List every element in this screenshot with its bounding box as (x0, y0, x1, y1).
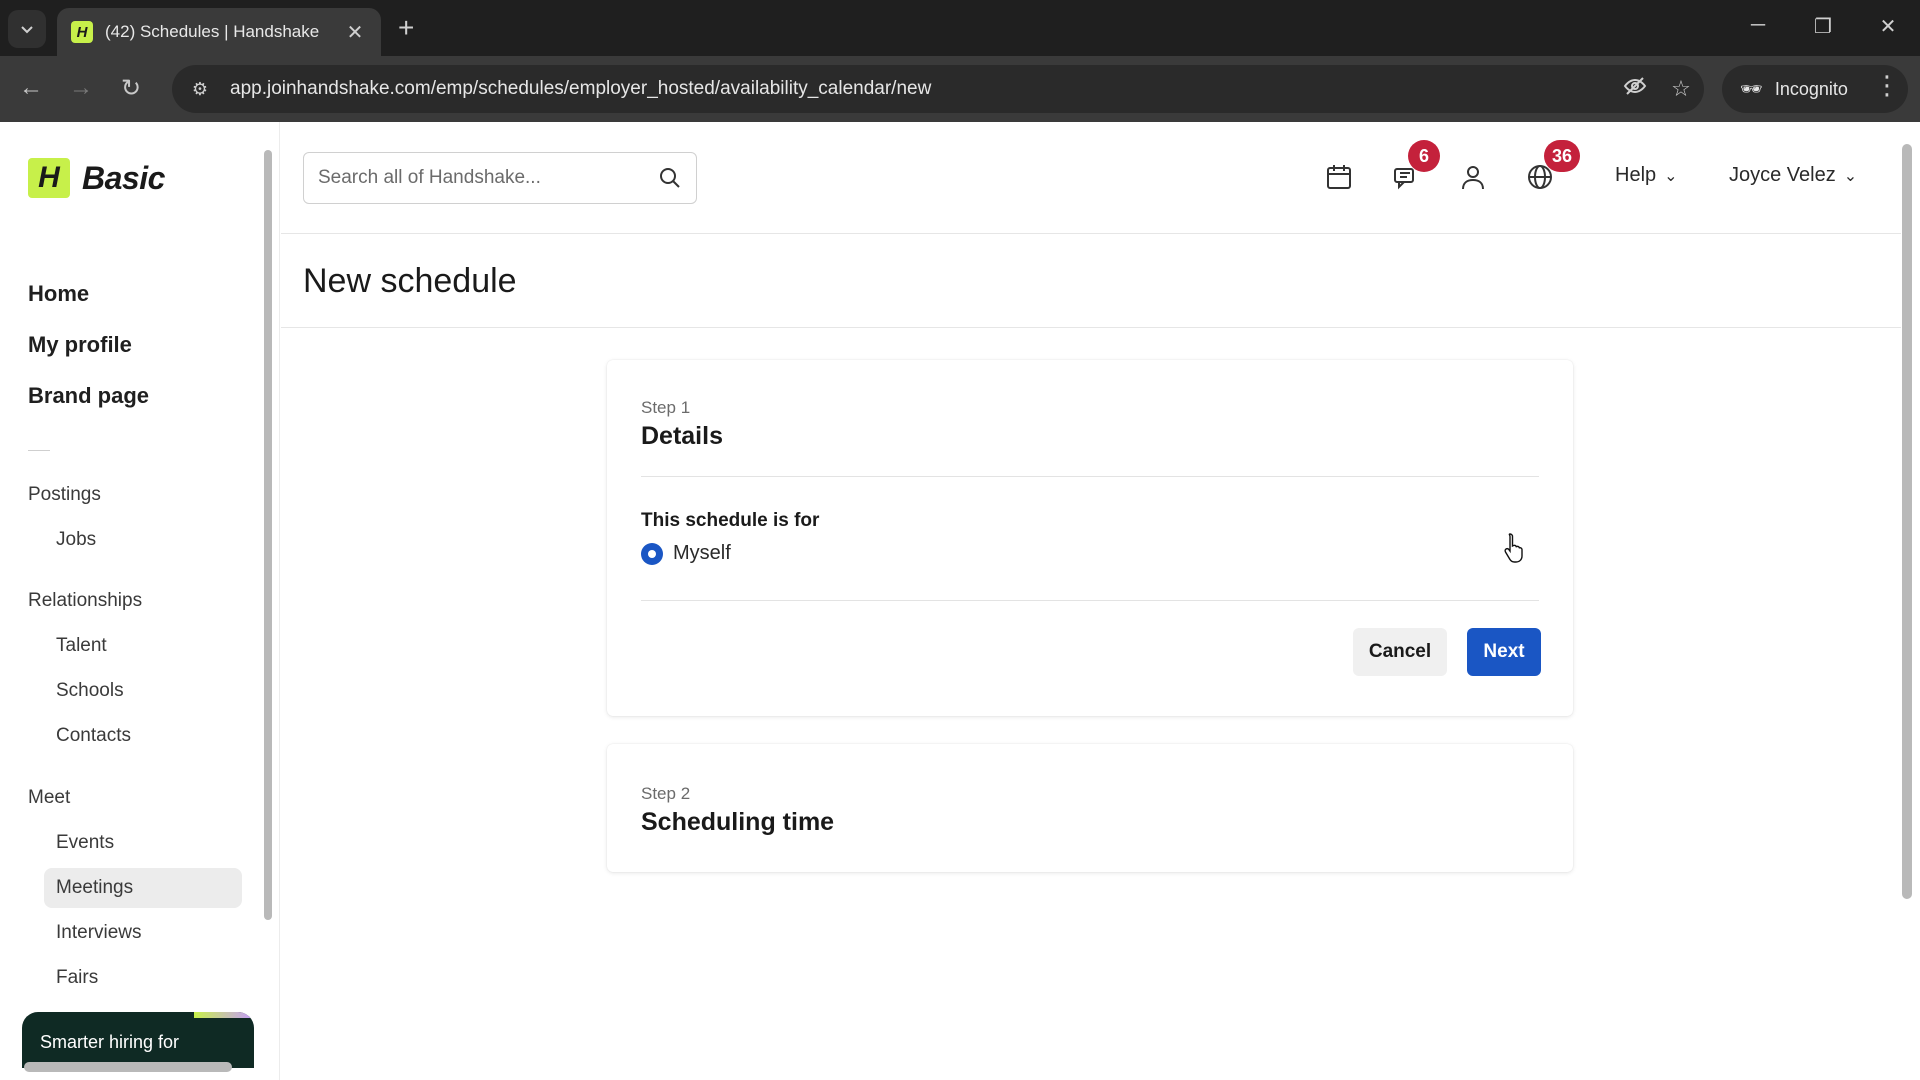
forward-icon[interactable]: → (64, 74, 98, 102)
close-tab-icon[interactable]: ✕ (343, 20, 367, 45)
step-2-title: Scheduling time (641, 808, 835, 836)
help-menu[interactable]: Help ⌄ (1615, 164, 1678, 187)
section-meet[interactable]: Meet (28, 787, 70, 809)
chevron-down-icon: ⌄ (1664, 167, 1678, 185)
messages-badge: 6 (1408, 140, 1440, 172)
incognito-icon: 🕶 (1740, 78, 1763, 99)
step-1-label: Step 1 (641, 398, 691, 417)
bookmark-star-icon[interactable]: ☆ (1658, 76, 1704, 102)
sidebar-scrollbar[interactable] (264, 150, 272, 920)
restore-icon[interactable]: ❐ (1803, 14, 1843, 39)
step-1-card: Step 1 Details This schedule is for Myse… (607, 360, 1573, 716)
radio-option-myself[interactable]: Myself (641, 542, 731, 565)
tab-title: (42) Schedules | Handshake (105, 22, 320, 41)
step-2-card: Step 2 Scheduling time (607, 744, 1573, 872)
back-icon[interactable]: ← (14, 74, 48, 102)
primary-nav: Home My profile Brand page (28, 268, 149, 421)
promo-banner[interactable]: Smarter hiring for (22, 1012, 254, 1068)
sidebar: H Basic Home My profile Brand page Posti… (0, 122, 280, 1080)
person-icon[interactable] (1456, 160, 1490, 194)
handshake-logo-mark: H (28, 158, 70, 198)
sidebar-item-fairs[interactable]: Fairs (56, 967, 98, 989)
radio-option-label[interactable]: Myself (673, 542, 731, 565)
sidebar-item-schools[interactable]: Schools (56, 680, 124, 702)
main-content: 6 36 Help ⌄ Joyce Velez ⌄ New schedule S… (281, 122, 1920, 1080)
card-divider (641, 600, 1539, 601)
card-divider (641, 476, 1539, 477)
browser-tab-bar: H (42) Schedules | Handshake ✕ + ─ ❐ ✕ (0, 0, 1920, 56)
search-box[interactable] (303, 152, 697, 204)
plan-label: Basic (82, 159, 165, 196)
step-1-title: Details (641, 422, 723, 450)
nav-brand-page[interactable]: Brand page (28, 370, 149, 421)
sidebar-item-jobs[interactable]: Jobs (56, 529, 96, 551)
sidebar-item-interviews[interactable]: Interviews (56, 922, 142, 944)
page-scrollbar[interactable] (1902, 144, 1912, 899)
sidebar-item-talent[interactable]: Talent (56, 635, 107, 657)
close-window-icon[interactable]: ✕ (1868, 14, 1908, 39)
sidebar-item-events[interactable]: Events (56, 832, 114, 854)
browser-tab[interactable]: H (42) Schedules | Handshake ✕ (57, 8, 381, 56)
logo[interactable]: H Basic (28, 158, 165, 198)
sidebar-horizontal-scrollbar[interactable] (24, 1062, 232, 1072)
sidebar-item-meetings[interactable]: Meetings (56, 877, 133, 899)
app-area: H Basic Home My profile Brand page Posti… (0, 122, 1920, 1080)
search-icon[interactable] (658, 166, 682, 190)
step-2-label: Step 2 (641, 784, 691, 803)
address-bar-row: ← → ↻ ⚙ app.joinhandshake.com/emp/schedu… (0, 56, 1920, 122)
section-postings[interactable]: Postings (28, 484, 101, 506)
schedule-for-label: This schedule is for (641, 510, 820, 531)
notifications-badge: 36 (1544, 140, 1581, 172)
cancel-button[interactable]: Cancel (1353, 628, 1447, 676)
sidebar-item-contacts[interactable]: Contacts (56, 725, 131, 747)
user-menu[interactable]: Joyce Velez ⌄ (1729, 164, 1857, 187)
top-bar: 6 36 Help ⌄ Joyce Velez ⌄ (281, 122, 1901, 234)
url-text[interactable]: app.joinhandshake.com/emp/schedules/empl… (230, 78, 1612, 100)
help-label: Help (1615, 164, 1657, 186)
search-input[interactable] (318, 167, 658, 189)
minimize-icon[interactable]: ─ (1738, 14, 1778, 37)
user-name: Joyce Velez (1729, 164, 1836, 186)
radio-selected-icon[interactable] (641, 542, 663, 565)
new-tab-button[interactable]: + (398, 14, 414, 42)
tab-search-button[interactable] (8, 10, 46, 48)
calendar-icon[interactable] (1322, 160, 1356, 194)
reload-icon[interactable]: ↻ (114, 74, 148, 103)
site-info-icon[interactable]: ⚙ (180, 79, 220, 100)
section-relationships[interactable]: Relationships (28, 590, 142, 612)
nav-my-profile[interactable]: My profile (28, 319, 149, 370)
page-header: New schedule (281, 234, 1901, 328)
page-title: New schedule (303, 262, 517, 300)
incognito-label: Incognito (1774, 78, 1848, 99)
chevron-down-icon (21, 26, 33, 34)
browser-menu-icon[interactable]: ⋮ (1874, 70, 1900, 101)
nav-home[interactable]: Home (28, 268, 149, 319)
next-button[interactable]: Next (1467, 628, 1541, 676)
omnibox[interactable]: ⚙ app.joinhandshake.com/emp/schedules/em… (172, 65, 1704, 113)
chevron-down-icon: ⌄ (1843, 167, 1858, 185)
handshake-favicon: H (71, 21, 93, 43)
sidebar-divider (28, 450, 50, 451)
eye-off-icon[interactable] (1612, 74, 1658, 104)
